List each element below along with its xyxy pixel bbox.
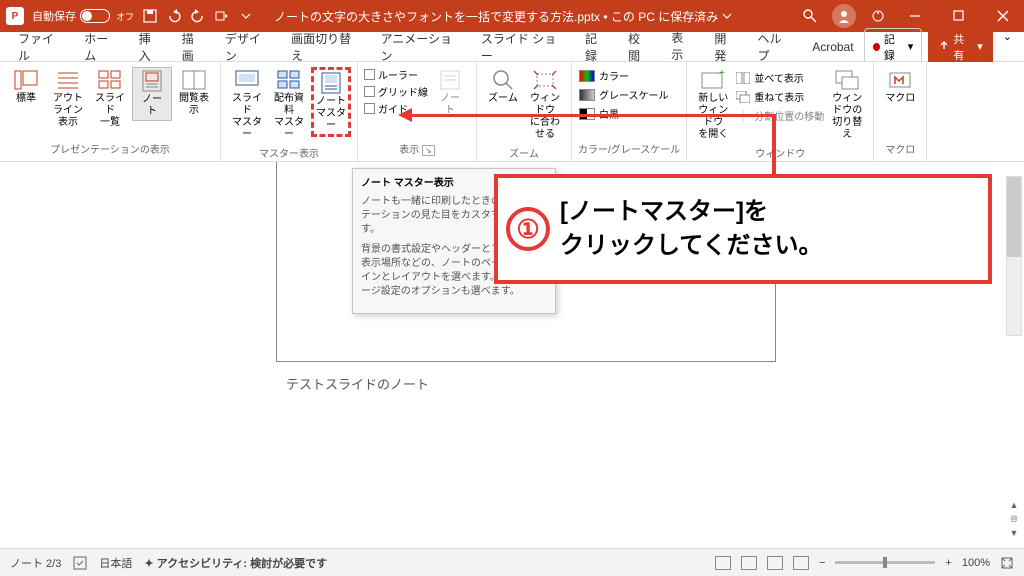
app-icon: P xyxy=(6,7,24,25)
slide-nav-buttons[interactable]: ▲⦾▼ xyxy=(1006,500,1022,542)
document-title: ノートの文字の大きさやフォントを一括で変更する方法.pptx • この PC に… xyxy=(274,8,732,25)
normal-view-button[interactable]: 標準 xyxy=(6,67,46,107)
collapse-ribbon-icon[interactable]: ⌄ xyxy=(999,28,1016,66)
maximize-button[interactable] xyxy=(944,6,974,26)
status-bar: ノート 2/3 日本語 ✦ アクセシビリティ: 検討が必要です − + 100% xyxy=(0,548,1024,576)
group-label-show: 表示 ↘ xyxy=(364,139,470,158)
record-button[interactable]: 記録▾ xyxy=(864,28,923,66)
handout-master-button[interactable]: 配布資料マスター xyxy=(269,67,309,143)
group-label-macro: マクロ xyxy=(880,139,920,158)
annotation-line xyxy=(404,114,776,117)
slideshow-view-icon[interactable] xyxy=(793,556,809,570)
switch-windows-button[interactable]: ウィンドウの切り替え xyxy=(827,67,867,143)
slide-master-button[interactable]: スライドマスター xyxy=(227,67,267,143)
autosave-toggle[interactable]: 自動保存 オフ xyxy=(32,8,134,24)
arrange-all-button[interactable]: 並べて表示 xyxy=(735,69,825,86)
sorter-view-icon[interactable] xyxy=(741,556,757,570)
page-indicator[interactable]: ノート 2/3 xyxy=(10,555,61,571)
account-icon[interactable] xyxy=(832,4,856,28)
ribbon: 標準 アウトライン表示 スライド一覧 ノート 閲覧表示 プレゼンテーションの表示… xyxy=(0,62,1024,162)
slide-sorter-button[interactable]: スライド一覧 xyxy=(90,67,130,131)
svg-text:+: + xyxy=(719,70,725,79)
reading-view-button[interactable]: 閲覧表示 xyxy=(174,67,214,119)
accessibility-indicator[interactable]: ✦ アクセシビリティ: 検討が必要です xyxy=(144,555,327,571)
outline-view-button[interactable]: アウトライン表示 xyxy=(48,67,88,131)
cascade-button[interactable]: 重ねて表示 xyxy=(735,88,825,105)
grayscale-view-button[interactable]: グレースケール xyxy=(578,86,670,103)
new-window-button[interactable]: +新しいウィンドウを開く xyxy=(693,67,733,143)
instruction-text: [ノートマスター]をクリックしてください。 xyxy=(560,195,823,262)
normal-view-icon[interactable] xyxy=(715,556,731,570)
share-button[interactable]: 共有▾ xyxy=(928,28,992,66)
qat-more-icon[interactable] xyxy=(238,8,254,24)
zoom-level[interactable]: 100% xyxy=(962,557,990,569)
chevron-down-icon[interactable] xyxy=(722,11,732,21)
from-beginning-icon[interactable] xyxy=(214,8,230,24)
notes-toggle-button[interactable]: ノート xyxy=(430,67,470,119)
arrow-head-icon xyxy=(396,106,414,124)
group-label-master-views: マスター表示 xyxy=(227,143,351,162)
close-button[interactable] xyxy=(988,6,1018,26)
color-view-button[interactable]: カラー xyxy=(578,67,670,84)
reading-view-icon[interactable] xyxy=(767,556,783,570)
coming-soon-icon[interactable] xyxy=(870,8,886,24)
notes-master-button[interactable]: ノートマスター xyxy=(311,67,351,137)
spellcheck-icon[interactable] xyxy=(73,556,87,570)
annotation-line xyxy=(772,114,776,174)
language-indicator[interactable]: 日本語 xyxy=(99,555,132,571)
zoom-slider[interactable] xyxy=(835,561,935,564)
undo-icon[interactable] xyxy=(166,8,182,24)
group-label-zoom: ズーム xyxy=(483,143,565,162)
zoom-out-button[interactable]: − xyxy=(819,557,825,569)
search-icon[interactable] xyxy=(802,8,818,24)
group-label-window: ウィンドウ xyxy=(693,143,867,162)
fit-to-window-icon[interactable] xyxy=(1000,556,1014,570)
minimize-button[interactable] xyxy=(900,6,930,26)
tab-acrobat[interactable]: Acrobat xyxy=(804,36,861,58)
fit-window-button[interactable]: ウィンドウに合わせる xyxy=(525,67,565,143)
notes-page-button[interactable]: ノート xyxy=(132,67,172,121)
vertical-scrollbar[interactable] xyxy=(1006,176,1022,336)
group-label-color: カラー/グレースケール xyxy=(578,139,680,158)
zoom-in-button[interactable]: + xyxy=(945,557,951,569)
ribbon-tabs: ファイル ホーム 挿入 描画 デザイン 画面切り替え アニメーション スライド … xyxy=(0,32,1024,62)
save-icon[interactable] xyxy=(142,8,158,24)
note-text-preview: テストスライドのノート xyxy=(286,374,429,393)
gridlines-checkbox[interactable]: グリッド線 xyxy=(364,84,428,99)
instruction-callout: ① [ノートマスター]をクリックしてください。 xyxy=(494,174,992,284)
zoom-button[interactable]: ズーム xyxy=(483,67,523,107)
step-number: ① xyxy=(506,207,550,251)
redo-icon[interactable] xyxy=(190,8,206,24)
macros-button[interactable]: マクロ xyxy=(880,67,920,107)
ruler-checkbox[interactable]: ルーラー xyxy=(364,67,428,82)
group-label-presentation-views: プレゼンテーションの表示 xyxy=(6,139,214,158)
